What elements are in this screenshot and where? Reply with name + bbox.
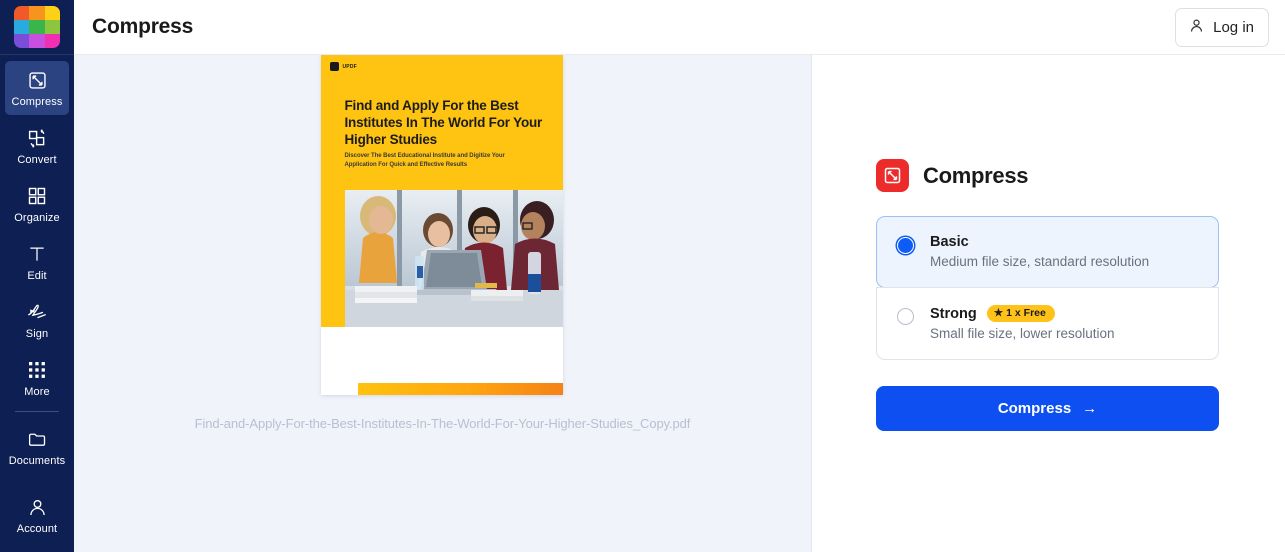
pdf-subheading: Discover The Best Educational Institute … xyxy=(344,153,505,168)
panel-header: Compress xyxy=(876,159,1219,192)
login-button-label: Log in xyxy=(1213,18,1254,36)
panel-title: Compress xyxy=(923,162,1029,188)
compress-panel: Compress Basic Medium file size, standar… xyxy=(812,55,1285,552)
pdf-photo xyxy=(345,190,564,327)
pdf-logo-mark xyxy=(330,62,340,71)
pdf-heading: Find and Apply For the Best Institutes I… xyxy=(344,98,543,147)
main-area: Compress Log in UPDF Find and Apply For … xyxy=(74,0,1285,552)
sidebar-nav: Compress Convert Organize Edit Sign More… xyxy=(0,55,74,478)
organize-icon xyxy=(27,184,47,208)
pdf-footer-accent-bar xyxy=(358,383,564,395)
sidebar-item-label: Organize xyxy=(14,212,60,224)
sidebar-item-sign[interactable]: Sign xyxy=(5,293,69,347)
sidebar-item-label: Account xyxy=(16,523,58,535)
sidebar-item-documents[interactable]: Documents xyxy=(5,420,69,474)
folder-icon xyxy=(27,427,48,451)
sidebar-item-compress[interactable]: Compress xyxy=(5,61,69,115)
option-basic-title: Basic xyxy=(930,234,969,250)
content-row: UPDF Find and Apply For the Best Institu… xyxy=(74,55,1285,552)
sidebar-item-more[interactable]: More xyxy=(5,351,69,405)
top-bar: Compress Log in xyxy=(74,0,1285,55)
sidebar-item-organize[interactable]: Organize xyxy=(5,177,69,231)
sidebar-item-edit[interactable]: Edit xyxy=(5,235,69,289)
app-logo-grid xyxy=(14,6,60,48)
status-badge-label: 1 x Free xyxy=(1006,307,1046,319)
sidebar-item-label: Edit xyxy=(27,270,47,282)
option-basic-title-row: Basic xyxy=(930,234,1200,250)
sidebar-item-convert[interactable]: Convert xyxy=(5,119,69,173)
pdf-logo-text: UPDF xyxy=(342,63,357,70)
app-logo[interactable] xyxy=(0,0,74,55)
radio-basic[interactable] xyxy=(897,237,914,254)
sidebar: Compress Convert Organize Edit Sign More… xyxy=(0,0,74,552)
pdf-left-accent-bar xyxy=(321,190,346,327)
file-name-label: Find-and-Apply-For-the-Best-Institutes-I… xyxy=(194,416,691,431)
sidebar-item-label: Documents xyxy=(8,455,66,467)
status-badge: ★ 1 x Free xyxy=(986,305,1055,322)
compress-icon xyxy=(27,68,48,92)
option-strong-title: Strong xyxy=(930,305,977,322)
sidebar-item-label: Sign xyxy=(25,328,49,340)
sidebar-item-label: More xyxy=(24,386,50,398)
arrow-right-icon: → xyxy=(1082,400,1098,417)
option-strong-title-row: Strong ★ 1 x Free xyxy=(930,305,1200,322)
option-strong-description: Small file size, lower resolution xyxy=(930,326,1115,341)
radio-strong[interactable] xyxy=(897,308,914,325)
sidebar-item-label: Compress xyxy=(11,96,63,108)
document-canvas: UPDF Find and Apply For the Best Institu… xyxy=(74,55,812,552)
signature-icon xyxy=(26,300,48,324)
sidebar-divider xyxy=(15,411,59,412)
user-icon xyxy=(27,495,48,519)
star-icon: ★ xyxy=(993,307,1004,319)
grid-dots-icon xyxy=(28,358,46,382)
option-basic-description: Medium file size, standard resolution xyxy=(930,254,1150,269)
option-strong-text: Strong ★ 1 x Free Small file size, lower… xyxy=(930,305,1200,341)
pdf-page-thumbnail[interactable]: UPDF Find and Apply For the Best Institu… xyxy=(321,55,564,395)
option-basic-text: Basic Medium file size, standard resolut… xyxy=(930,234,1200,269)
compress-icon xyxy=(876,159,909,192)
option-strong[interactable]: Strong ★ 1 x Free Small file size, lower… xyxy=(876,287,1219,360)
page-title: Compress xyxy=(92,15,194,38)
sidebar-item-label: Convert xyxy=(17,154,57,166)
login-button[interactable]: Log in xyxy=(1175,7,1269,47)
user-icon xyxy=(1188,17,1205,38)
convert-icon xyxy=(27,126,48,150)
thumbnail-block[interactable]: UPDF Find and Apply For the Best Institu… xyxy=(194,55,691,431)
app-root: Compress Convert Organize Edit Sign More… xyxy=(0,0,1285,552)
compression-level-group: Basic Medium file size, standard resolut… xyxy=(876,216,1219,360)
sidebar-item-account[interactable]: Account xyxy=(5,488,69,542)
compress-button[interactable]: Compress → xyxy=(876,386,1219,431)
option-basic[interactable]: Basic Medium file size, standard resolut… xyxy=(876,216,1219,288)
pdf-brand-logo: UPDF xyxy=(330,62,357,71)
edit-text-icon xyxy=(27,242,47,266)
compress-button-label: Compress xyxy=(997,400,1072,417)
